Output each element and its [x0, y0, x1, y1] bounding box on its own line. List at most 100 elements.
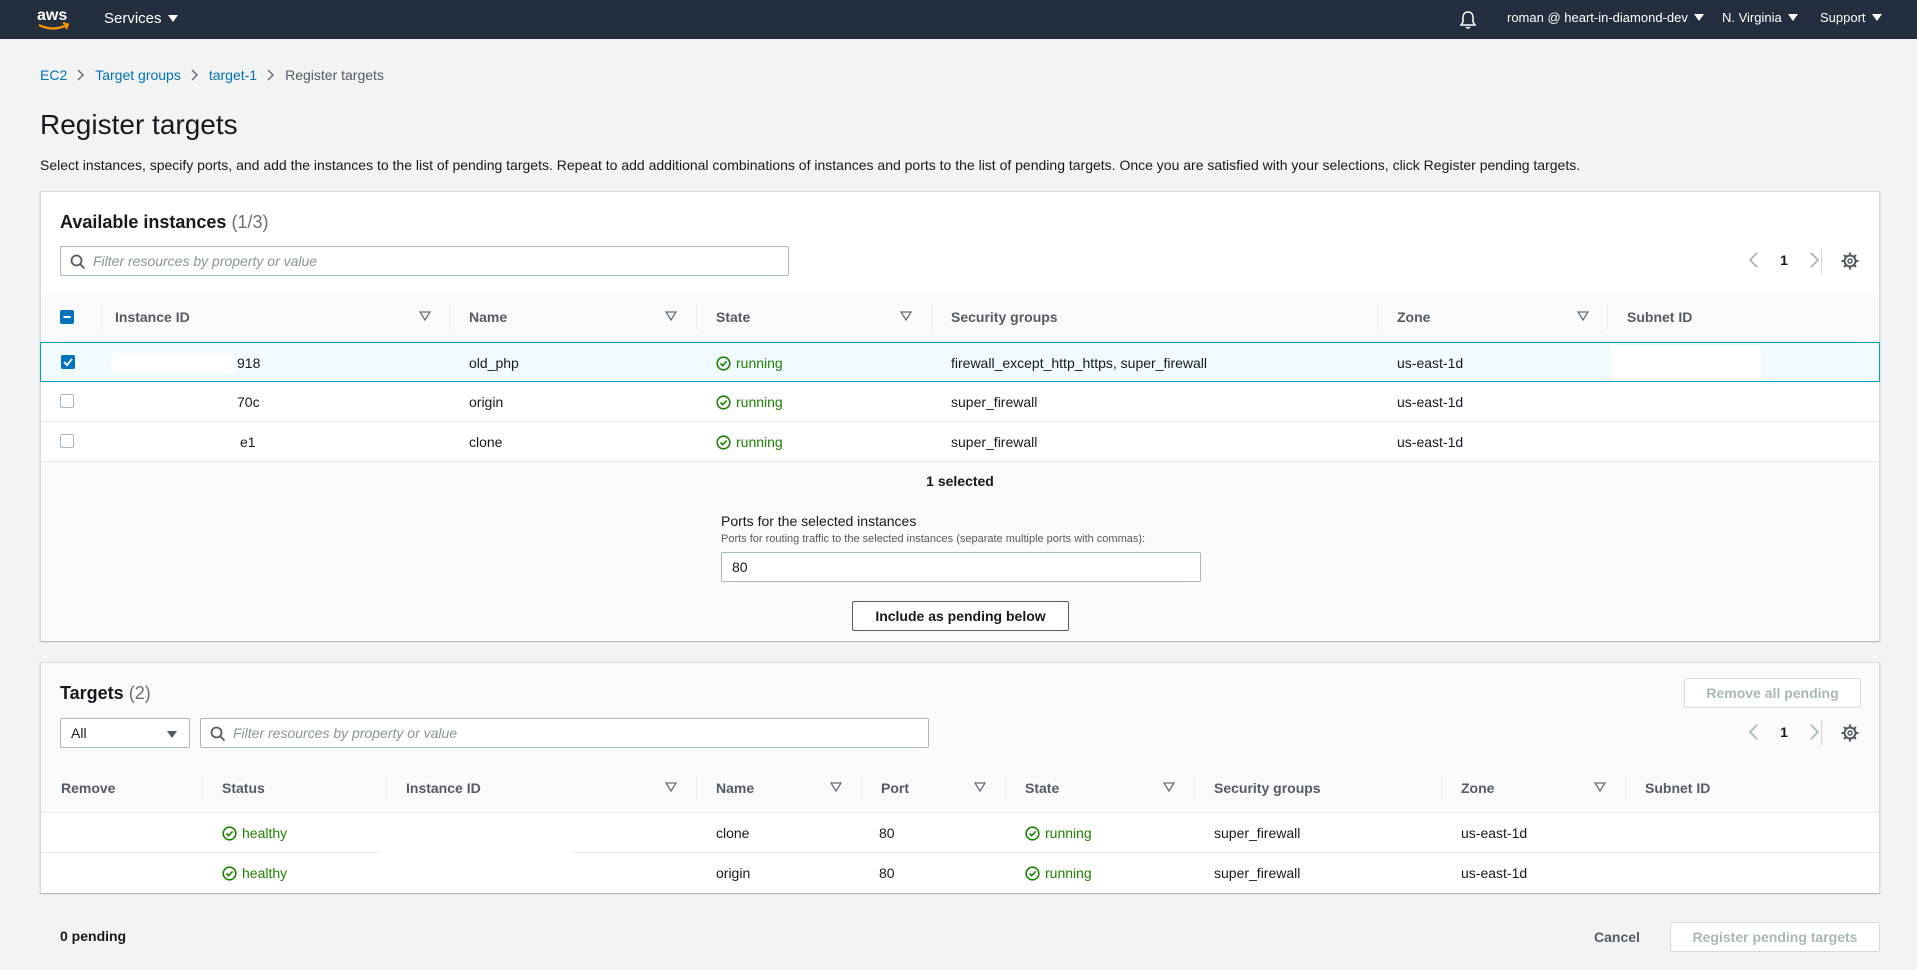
remove-all-pending-button[interactable]: Remove all pending: [1684, 678, 1861, 708]
bell-icon[interactable]: [1459, 10, 1477, 30]
column-subnet-id[interactable]: Subnet ID: [1645, 763, 1710, 813]
status-text: healthy: [242, 825, 288, 841]
gear-icon[interactable]: [1841, 724, 1859, 742]
gear-icon[interactable]: [1841, 252, 1859, 270]
column-instance-id[interactable]: Instance ID: [406, 763, 481, 813]
name-cell: origin: [716, 865, 751, 881]
sort-icon[interactable]: [1577, 311, 1589, 321]
account-menu[interactable]: roman @ heart-in-diamond-dev: [1507, 10, 1704, 25]
aws-logo-icon[interactable]: aws: [36, 4, 72, 34]
name-cell: clone: [716, 825, 750, 841]
register-pending-targets-button[interactable]: Register pending targets: [1670, 922, 1880, 952]
sort-icon[interactable]: [830, 782, 842, 792]
status-cell: healthy: [222, 853, 287, 893]
filter-placeholder: Filter resources by property or value: [93, 253, 318, 269]
sort-icon[interactable]: [665, 311, 677, 321]
targets-panel: Targets (2) Remove all pending All Filte…: [40, 662, 1880, 893]
chevron-right-icon[interactable]: [1799, 250, 1829, 270]
sort-icon[interactable]: [974, 782, 986, 792]
row-checkbox[interactable]: [60, 434, 74, 448]
column-remove: Remove: [61, 780, 116, 796]
column-instance-id[interactable]: Instance ID: [115, 292, 190, 342]
sort-icon[interactable]: [1594, 782, 1606, 792]
available-instances-title: Available instances (1/3): [60, 212, 268, 233]
sort-icon[interactable]: [1163, 782, 1175, 792]
column-subnet-id[interactable]: Subnet ID: [1627, 292, 1692, 342]
column-divider: [931, 304, 932, 330]
table-row[interactable]: 70c origin running super_firewall us-eas…: [41, 382, 1879, 422]
chevron-right-icon: [67, 68, 95, 82]
column-divider: [1005, 775, 1006, 801]
page-number[interactable]: 1: [1769, 724, 1799, 740]
available-instances-panel: Available instances (1/3) Filter resourc…: [40, 191, 1880, 641]
status-filter-select[interactable]: All: [60, 718, 190, 748]
column-state[interactable]: State: [1025, 763, 1059, 813]
column-zone[interactable]: Zone: [1397, 292, 1430, 342]
status-cell: healthy: [222, 813, 287, 853]
select-all-checkbox[interactable]: [60, 310, 74, 324]
redacted-area: [1611, 425, 1761, 459]
breadcrumb-target-1[interactable]: target-1: [209, 67, 257, 83]
chevron-right-icon[interactable]: [1799, 722, 1829, 742]
search-icon: [70, 254, 86, 270]
status-text: healthy: [242, 865, 288, 881]
table-row[interactable]: e1 clone running super_firewall us-east-…: [41, 422, 1879, 462]
name-cell: clone: [469, 434, 503, 450]
available-filter-input[interactable]: Filter resources by property or value: [60, 246, 789, 276]
column-name[interactable]: Name: [716, 763, 754, 813]
state-text: running: [736, 394, 783, 410]
state-cell: running: [716, 343, 783, 383]
caret-down-icon: [167, 15, 178, 22]
top-navigation: aws Services roman @ heart-in-diamond-de…: [0, 0, 1917, 39]
redacted-area: [1611, 346, 1761, 380]
chevron-left-icon[interactable]: [1739, 250, 1769, 270]
column-divider: [1194, 775, 1195, 801]
state-text: running: [736, 434, 783, 450]
chevron-left-icon[interactable]: [1739, 722, 1769, 742]
sort-icon[interactable]: [665, 782, 677, 792]
column-port[interactable]: Port: [881, 763, 909, 813]
support-menu[interactable]: Support: [1820, 10, 1882, 25]
available-count: (1/3): [231, 212, 269, 232]
targets-filter-input[interactable]: Filter resources by property or value: [200, 718, 929, 748]
port-cell: 80: [879, 825, 895, 841]
redacted-area: [1631, 816, 1801, 850]
column-divider: [1625, 775, 1626, 801]
sort-icon[interactable]: [900, 311, 912, 321]
state-text: running: [736, 355, 783, 371]
column-security-groups[interactable]: Security groups: [951, 292, 1058, 342]
column-name[interactable]: Name: [469, 292, 507, 342]
security-groups-cell: super_firewall: [1214, 825, 1301, 841]
redacted-area: [101, 385, 236, 419]
column-security-groups[interactable]: Security groups: [1214, 763, 1321, 813]
search-icon: [210, 726, 226, 742]
table-row: healthy origin 80 running super_firewall…: [41, 853, 1879, 893]
security-groups-cell: firewall_except_http_https, super_firewa…: [951, 355, 1208, 371]
column-state[interactable]: State: [716, 292, 750, 342]
targets-pagination: 1: [1739, 722, 1829, 742]
caret-down-icon: [1787, 14, 1798, 21]
ports-label: Ports for the selected instances: [721, 513, 917, 529]
column-divider: [861, 775, 862, 801]
breadcrumb-target-groups[interactable]: Target groups: [95, 67, 181, 83]
breadcrumb-ec2[interactable]: EC2: [40, 67, 67, 83]
column-status[interactable]: Status: [222, 763, 265, 813]
check-circle-icon: [222, 825, 237, 841]
filter-placeholder: Filter resources by property or value: [233, 725, 458, 741]
page-number[interactable]: 1: [1769, 252, 1799, 268]
column-zone[interactable]: Zone: [1461, 763, 1494, 813]
table-row[interactable]: 918 old_php running firewall_except_http…: [40, 342, 1880, 382]
targets-table-header: Remove Status Instance ID Name Port Stat…: [41, 763, 1879, 813]
row-checkbox[interactable]: [61, 355, 75, 369]
cancel-button[interactable]: Cancel: [1582, 922, 1652, 952]
region-menu[interactable]: N. Virginia: [1722, 10, 1798, 25]
services-menu[interactable]: Services: [104, 10, 178, 27]
state-text: running: [1045, 865, 1092, 881]
state-cell: running: [1025, 853, 1092, 893]
include-as-pending-button[interactable]: Include as pending below: [852, 601, 1069, 631]
row-checkbox[interactable]: [60, 394, 74, 408]
account-label: roman @ heart-in-diamond-dev: [1507, 10, 1688, 25]
sort-icon[interactable]: [419, 311, 431, 321]
ports-input[interactable]: [721, 552, 1201, 582]
svg-text:aws: aws: [37, 7, 67, 24]
